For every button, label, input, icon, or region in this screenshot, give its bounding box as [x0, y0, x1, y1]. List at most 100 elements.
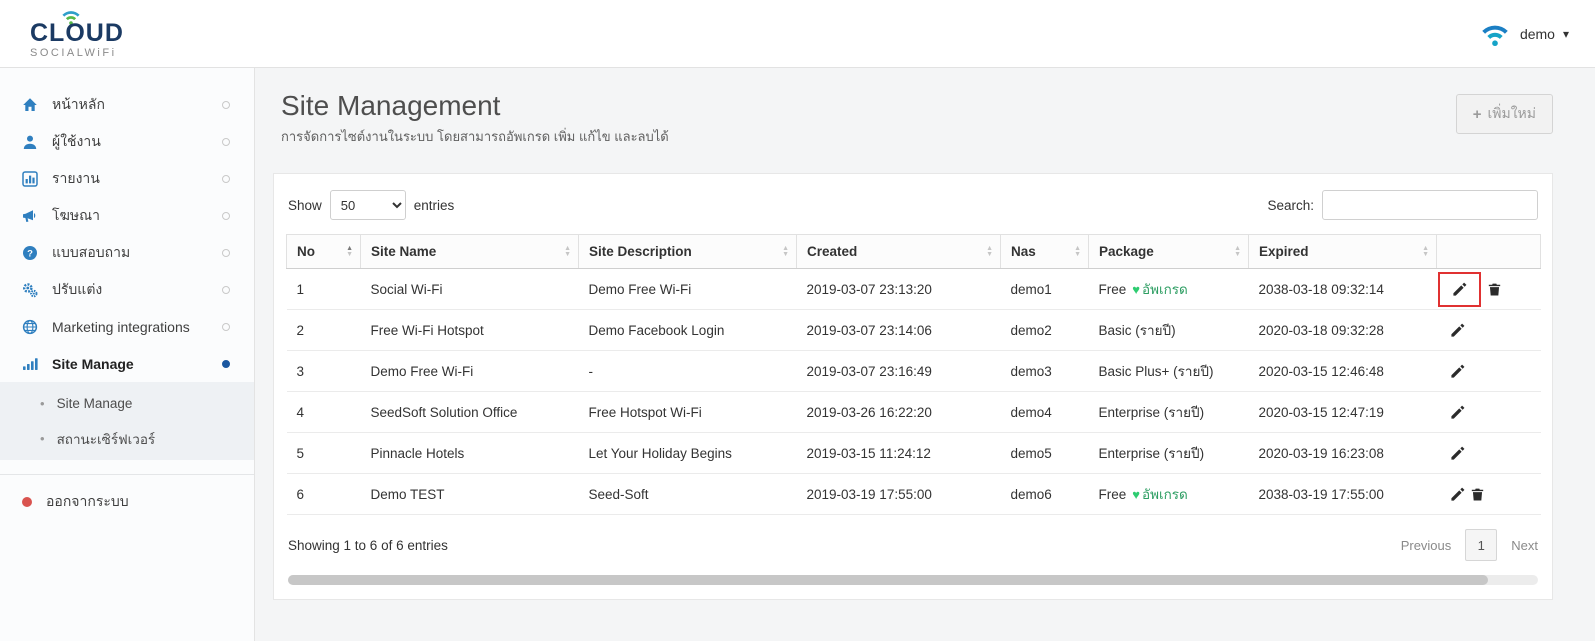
cell-created: 2019-03-19 17:55:00 — [796, 473, 1001, 515]
cell-description: Demo Free Wi-Fi — [578, 268, 797, 310]
sidebar-item-label: Marketing integrations — [52, 318, 190, 335]
column-header-site-description[interactable]: Site Description ▲ ▼ — [578, 234, 797, 269]
search-label: Search: — [1267, 197, 1314, 213]
cell-created: 2019-03-07 23:13:20 — [796, 268, 1001, 310]
table-row: 4 SeedSoft Solution Office Free Hotspot … — [286, 391, 1541, 433]
sidebar-item-users[interactable]: ผู้ใช้งาน — [0, 123, 254, 160]
cell-actions — [1436, 268, 1541, 310]
sidebar: หน้าหลัก ผู้ใช้งาน รายงาน โฆษณา ? แบบสอบ… — [0, 68, 255, 641]
cell-actions — [1436, 473, 1541, 515]
sidebar-submenu: • Site Manage • สถานะเซิร์ฟเวอร์ — [0, 382, 254, 460]
cell-package: Enterprise (รายปี)♥ — [1088, 391, 1249, 433]
sidebar-item-label: โฆษณา — [52, 206, 100, 223]
sidebar-item-label: รายงาน — [52, 169, 100, 186]
column-header-nas[interactable]: Nas ▲ ▼ — [1000, 234, 1089, 269]
sidebar-subitem-server-status[interactable]: • สถานะเซิร์ฟเวอร์ — [0, 421, 254, 456]
horizontal-scrollbar-track[interactable] — [288, 575, 1538, 585]
sidebar-subitem-label: สถานะเซิร์ฟเวอร์ — [56, 431, 156, 447]
signal-icon — [22, 355, 40, 373]
cell-package: Basic Plus+ (รายปี)♥ — [1088, 350, 1249, 392]
sidebar-item-label: หน้าหลัก — [52, 95, 105, 112]
logout-dot-icon — [22, 497, 32, 507]
cell-nas: demo1 — [1000, 268, 1089, 310]
user-menu[interactable]: demo ▾ — [1478, 21, 1569, 47]
pagination-page-1[interactable]: 1 — [1465, 529, 1498, 561]
cell-actions — [1436, 350, 1541, 392]
edit-button[interactable] — [1447, 321, 1468, 340]
cell-description: Demo Facebook Login — [578, 309, 797, 351]
username-label: demo — [1519, 25, 1555, 42]
heart-icon: ♥ — [1132, 282, 1140, 297]
sidebar-item-marketing-integrations[interactable]: Marketing integrations — [0, 308, 254, 345]
cell-expired: 2020-03-19 16:23:08 — [1248, 432, 1437, 474]
chevron-down-icon: ▾ — [1562, 26, 1569, 41]
delete-button[interactable] — [1468, 485, 1487, 504]
cell-created: 2019-03-07 23:14:06 — [796, 309, 1001, 351]
cell-description: - — [578, 350, 797, 392]
main-content: Site Management การจัดการไซต์งานในระบบ โ… — [255, 68, 1595, 641]
page-subtitle: การจัดการไซต์งานในระบบ โดยสามารถอัพเกรด … — [281, 129, 669, 144]
sidebar-item-ads[interactable]: โฆษณา — [0, 197, 254, 234]
package-name: Basic (รายปี) — [1098, 323, 1176, 338]
cell-no: 6 — [286, 473, 361, 515]
sort-icon: ▲ ▼ — [782, 244, 789, 258]
sites-table: No ▲ ▼ Site Name ▲ ▼ Site Description ▲ ▼ Crea… — [286, 234, 1541, 515]
sidebar-item-survey[interactable]: ? แบบสอบถาม — [0, 234, 254, 271]
cell-site-name: Pinnacle Hotels — [360, 432, 579, 474]
edit-button[interactable] — [1447, 444, 1468, 463]
edit-button[interactable] — [1449, 280, 1470, 299]
edit-button[interactable] — [1447, 485, 1468, 504]
sidebar-item-customize[interactable]: ปรับแต่ง — [0, 271, 254, 308]
site-table-card: Show 50 entries Search: No ▲ ▼ Site Name… — [273, 173, 1553, 600]
delete-button[interactable] — [1485, 280, 1504, 299]
cell-expired: 2020-03-18 09:32:28 — [1248, 309, 1437, 351]
cell-no: 4 — [286, 391, 361, 433]
pagination-previous[interactable]: Previous — [1401, 538, 1452, 553]
column-header-site-name[interactable]: Site Name ▲ ▼ — [360, 234, 579, 269]
search-input[interactable] — [1322, 190, 1538, 220]
sort-icon: ▲ ▼ — [346, 244, 353, 258]
status-dot — [222, 211, 230, 220]
pagination-next[interactable]: Next — [1511, 538, 1538, 553]
cell-created: 2019-03-15 11:24:12 — [796, 432, 1001, 474]
upgrade-link[interactable]: อัพเกรด — [1142, 487, 1188, 502]
upgrade-link[interactable]: อัพเกรด — [1142, 282, 1188, 297]
column-header-created[interactable]: Created ▲ ▼ — [796, 234, 1001, 269]
status-dot — [222, 285, 230, 294]
cell-created: 2019-03-26 16:22:20 — [796, 391, 1001, 433]
entries-info: Showing 1 to 6 of 6 entries — [288, 537, 448, 553]
sidebar-item-reports[interactable]: รายงาน — [0, 160, 254, 197]
cell-expired: 2020-03-15 12:46:48 — [1248, 350, 1437, 392]
home-icon — [22, 96, 40, 114]
sidebar-item-label: Site Manage — [52, 355, 134, 372]
edit-highlight-box — [1437, 271, 1481, 307]
show-label: Show — [288, 197, 322, 213]
page-size-select[interactable]: 50 — [329, 190, 406, 220]
status-dot — [222, 248, 230, 257]
horizontal-scrollbar-thumb[interactable] — [288, 575, 1488, 585]
cell-actions — [1436, 391, 1541, 433]
column-header-expired[interactable]: Expired ▲ ▼ — [1248, 234, 1437, 269]
sidebar-item-site-manage[interactable]: Site Manage — [0, 345, 254, 382]
sidebar-subitem-label: Site Manage — [56, 396, 133, 411]
sidebar-item-home[interactable]: หน้าหลัก — [0, 86, 254, 123]
edit-button[interactable] — [1447, 403, 1468, 422]
cell-package: Free ♥ อัพเกรด — [1088, 473, 1249, 515]
add-new-button[interactable]: + เพิ่มใหม่ — [1455, 94, 1553, 134]
cell-nas: demo6 — [1000, 473, 1089, 515]
app-logo: CLOUD SOCIALWiFi — [30, 9, 124, 59]
table-row: 5 Pinnacle Hotels Let Your Holiday Begin… — [286, 432, 1541, 474]
edit-button[interactable] — [1447, 362, 1468, 381]
cell-no: 1 — [286, 268, 361, 310]
page-title: Site Management — [281, 90, 501, 121]
status-dot — [222, 100, 230, 109]
column-header-package[interactable]: Package ▲ ▼ — [1088, 234, 1249, 269]
logout-label: ออกจากระบบ — [46, 493, 129, 509]
sidebar-subitem-site-manage[interactable]: • Site Manage — [0, 386, 254, 421]
cell-nas: demo3 — [1000, 350, 1089, 392]
sidebar-item-logout[interactable]: ออกจากระบบ — [0, 491, 254, 513]
sort-icon: ▲ ▼ — [986, 244, 993, 258]
column-header-no[interactable]: No ▲ ▼ — [286, 234, 361, 269]
cell-package: Free ♥ อัพเกรด — [1088, 268, 1249, 310]
cell-site-name: Free Wi-Fi Hotspot — [360, 309, 579, 351]
